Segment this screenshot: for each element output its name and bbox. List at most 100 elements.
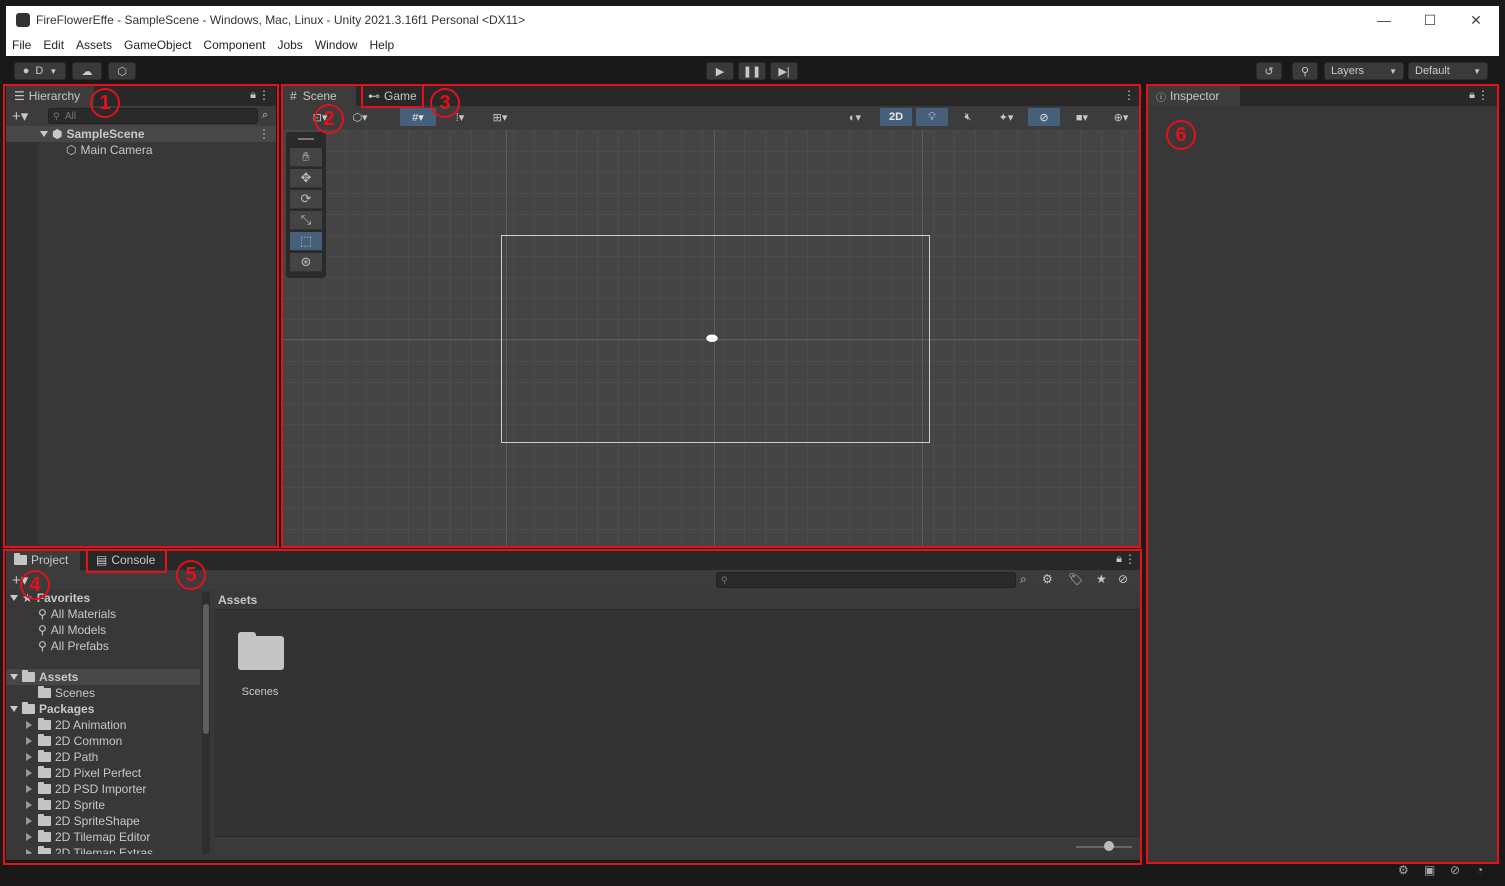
drag-handle[interactable] bbox=[298, 138, 314, 140]
menu-jobs[interactable]: Jobs bbox=[271, 38, 308, 52]
list-item[interactable]: 2D Pixel Perfect bbox=[26, 765, 141, 781]
lighting-toggle[interactable]: 💡︎ bbox=[916, 108, 948, 126]
rect-tool[interactable]: ⬚ bbox=[290, 232, 322, 251]
more-icon[interactable]: ⋮ bbox=[1123, 88, 1135, 102]
scene-filter-icon[interactable]: ⌕ bbox=[262, 109, 268, 122]
layers-dropdown[interactable]: Layers ▼ bbox=[1324, 62, 1404, 80]
menu-window[interactable]: Window bbox=[309, 38, 364, 52]
zoom-slider-thumb[interactable] bbox=[1104, 841, 1114, 851]
menu-assets[interactable]: Assets bbox=[70, 38, 118, 52]
list-item[interactable]: 2D Sprite bbox=[26, 797, 105, 813]
hierarchy-panel: ☰ Hierarchy 🔒︎ ⋮ +▾ ⚲ All ⌕ ⬢ SampleScen… bbox=[6, 86, 276, 546]
tab-project[interactable]: Project bbox=[6, 550, 80, 570]
tab-console[interactable]: ▤ Console bbox=[88, 550, 166, 570]
effects-dropdown[interactable]: ✦▾ bbox=[988, 108, 1024, 126]
list-item[interactable]: 2D Tilemap Editor bbox=[26, 829, 150, 845]
step-button[interactable]: ▶| bbox=[770, 62, 798, 80]
add-button[interactable]: +▾ bbox=[12, 571, 28, 589]
tool-handle-dropdown[interactable]: ⊡▾ bbox=[302, 108, 338, 126]
layout-dropdown[interactable]: Default ▼ bbox=[1408, 62, 1488, 80]
lock-icon[interactable]: 🔒︎ bbox=[250, 89, 256, 102]
assets-row[interactable]: Assets bbox=[6, 669, 200, 685]
visibility-toggle[interactable]: ⊘ bbox=[1028, 108, 1060, 126]
tab-scene[interactable]: # Scene bbox=[282, 86, 356, 106]
tab-hierarchy[interactable]: ☰ Hierarchy bbox=[6, 86, 94, 106]
maximize-button[interactable]: ☐ bbox=[1407, 6, 1453, 34]
draw-mode-dropdown[interactable]: ⬡▾ bbox=[342, 108, 378, 126]
camera-gizmo-icon[interactable]: ⬬ bbox=[706, 330, 718, 347]
history-button[interactable]: ↺ bbox=[1256, 62, 1282, 80]
list-item[interactable]: 2D Tilemap Extras bbox=[26, 845, 153, 854]
grid-snap-dropdown[interactable]: #▾ bbox=[400, 108, 436, 126]
play-button[interactable]: ▶ bbox=[706, 62, 734, 80]
gizmos-dropdown[interactable]: ⊕▾ bbox=[1104, 108, 1138, 126]
debug-icon[interactable]: ⚙ bbox=[1398, 863, 1409, 877]
increment-snap-dropdown[interactable]: ⁞▾ bbox=[442, 108, 478, 126]
list-item[interactable]: Scenes bbox=[38, 685, 95, 701]
pause-button[interactable]: ❚❚ bbox=[738, 62, 766, 80]
account-dropdown[interactable]: ● D ▼ bbox=[14, 62, 66, 80]
cache-icon[interactable]: ▣ bbox=[1424, 863, 1435, 877]
search-placeholder: All bbox=[65, 110, 77, 122]
more-icon[interactable]: ⋮ bbox=[1124, 552, 1136, 566]
minimize-button[interactable]: — bbox=[1361, 6, 1407, 34]
list-item[interactable]: 2D PSD Importer bbox=[26, 781, 146, 797]
list-item[interactable]: 2D SpriteShape bbox=[26, 813, 140, 829]
filter-type-icon[interactable]: ⚙ bbox=[1042, 572, 1053, 586]
scale-tool[interactable]: ⤡ bbox=[290, 211, 322, 230]
transform-tool[interactable]: ⊛ bbox=[290, 253, 322, 272]
list-item[interactable]: ⚲ All Models bbox=[38, 622, 106, 638]
breadcrumb[interactable]: Assets bbox=[214, 590, 1140, 610]
more-icon[interactable]: ⋮ bbox=[1477, 88, 1489, 102]
scene-row[interactable]: ⬢ SampleScene ⋮ bbox=[6, 126, 276, 142]
info-icon: ⓘ bbox=[1156, 92, 1166, 104]
lock-icon[interactable]: 🔒︎ bbox=[1116, 553, 1122, 566]
menu-file[interactable]: File bbox=[6, 38, 37, 52]
list-item[interactable]: ⬡ Main Camera bbox=[6, 142, 153, 158]
more-icon[interactable]: ⋮ bbox=[258, 127, 270, 141]
progress-icon[interactable]: ◔ bbox=[1476, 863, 1483, 877]
project-search-input[interactable]: ⚲ bbox=[716, 572, 1016, 588]
list-item[interactable]: ⚲ All Prefabs bbox=[38, 638, 109, 654]
label-tag-icon[interactable]: 🏷︎ bbox=[1068, 572, 1083, 586]
search-button[interactable]: ⚲ bbox=[1292, 62, 1318, 80]
cloud-button[interactable]: ☁ bbox=[72, 62, 102, 80]
add-button[interactable]: +▾ bbox=[12, 107, 28, 125]
tree-scrollbar[interactable] bbox=[202, 592, 210, 854]
tab-console-label: Console bbox=[111, 553, 156, 567]
list-item[interactable]: 2D Path bbox=[26, 749, 98, 765]
rotate-tool[interactable]: ⟳ bbox=[290, 190, 322, 209]
scrollbar-thumb[interactable] bbox=[203, 604, 209, 734]
hand-tool[interactable]: ✋︎ bbox=[290, 148, 322, 167]
grid-icon: # bbox=[290, 89, 297, 103]
tab-game[interactable]: ⊷ Game bbox=[360, 86, 422, 106]
collab-button[interactable]: ⬡ bbox=[108, 62, 136, 80]
more-icon[interactable]: ⋮ bbox=[258, 88, 270, 102]
hidden-packages-icon[interactable]: ⊘ bbox=[1118, 572, 1128, 586]
star-icon[interactable]: ★ bbox=[1096, 572, 1107, 586]
list-item[interactable]: 2D Common bbox=[26, 733, 122, 749]
asset-tile[interactable] bbox=[236, 632, 286, 672]
camera-dropdown[interactable]: ■▾ bbox=[1064, 108, 1100, 126]
menu-edit[interactable]: Edit bbox=[37, 38, 70, 52]
close-button[interactable]: ✕ bbox=[1453, 6, 1499, 34]
menu-component[interactable]: Component bbox=[197, 38, 271, 52]
audio-toggle[interactable]: 🔇︎ bbox=[952, 108, 984, 126]
tab-inspector[interactable]: ⓘ Inspector bbox=[1148, 86, 1240, 106]
move-tool[interactable]: ✥ bbox=[290, 169, 322, 188]
favorites-row[interactable]: ★ Favorites bbox=[10, 590, 90, 606]
menu-help[interactable]: Help bbox=[364, 38, 401, 52]
lock-icon[interactable]: 🔒︎ bbox=[1469, 89, 1475, 102]
cloud-icon: ☁ bbox=[81, 65, 93, 78]
ruler-dropdown[interactable]: ⊞▾ bbox=[482, 108, 518, 126]
2d-toggle[interactable]: 2D bbox=[880, 108, 912, 126]
list-item[interactable]: 2D Animation bbox=[26, 717, 126, 733]
menu-gameobject[interactable]: GameObject bbox=[118, 38, 197, 52]
shading-dropdown[interactable]: ◐▾ bbox=[836, 108, 874, 126]
search-by-type-icon[interactable]: ⌕ bbox=[1020, 572, 1027, 587]
scene-viewport[interactable]: ⬬ bbox=[282, 130, 1139, 546]
packages-row[interactable]: Packages bbox=[10, 701, 94, 717]
list-item[interactable]: ⚲ All Materials bbox=[38, 606, 116, 622]
network-icon[interactable]: ⊘ bbox=[1450, 863, 1460, 877]
hierarchy-search-input[interactable]: ⚲ All bbox=[48, 108, 258, 124]
